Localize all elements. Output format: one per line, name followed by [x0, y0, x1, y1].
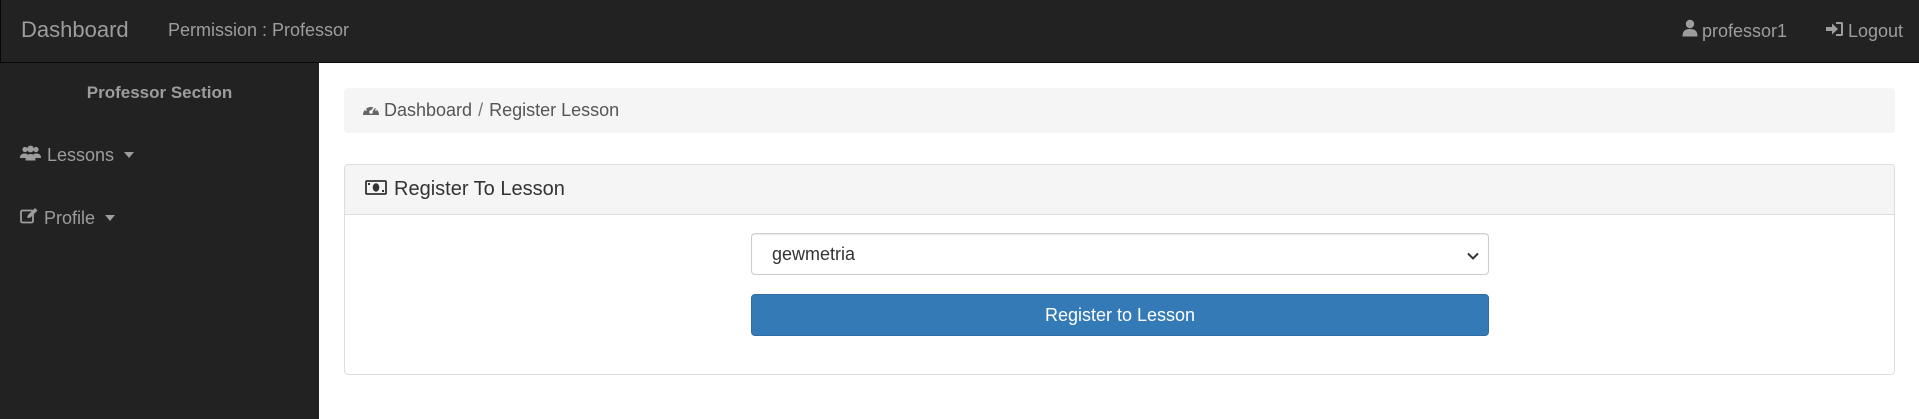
sidebar-title: Professor Section	[86, 83, 233, 102]
edit-icon	[20, 203, 38, 233]
chevron-down-icon	[1466, 247, 1480, 268]
logout-label: Logout	[1848, 21, 1904, 41]
logout-link[interactable]: Logout	[1826, 0, 1903, 62]
user-icon	[1682, 1, 1702, 61]
sidebar: Professor Section Lessons Profile	[0, 63, 319, 419]
panel-heading: Register To Lesson	[345, 165, 1894, 215]
lesson-select-value: gewmetria	[772, 243, 856, 264]
lesson-select[interactable]: gewmetria	[751, 233, 1489, 275]
register-lesson-panel: Register To Lesson Lesson gewmetria Regi…	[344, 164, 1895, 375]
sidebar-item-profile[interactable]: Profile	[20, 203, 116, 233]
money-icon	[365, 178, 387, 201]
top-navbar: Dashboard Permission : Professor profess…	[0, 0, 1919, 63]
sidebar-item-lessons[interactable]: Lessons	[20, 140, 135, 170]
breadcrumb-dashboard-link[interactable]: Dashboard	[384, 100, 472, 121]
breadcrumb: Dashboard / Register Lesson	[344, 88, 1895, 133]
user-menu[interactable]: professor1	[1682, 0, 1787, 62]
sidebar-item-label: Profile	[44, 208, 96, 228]
permission-text: Permission : Professor	[168, 20, 350, 40]
breadcrumb-current: Register Lesson	[489, 100, 620, 120]
caret-down-icon	[124, 152, 135, 158]
caret-down-icon	[105, 215, 116, 221]
dashboard-icon	[362, 100, 380, 121]
breadcrumb-separator: /	[478, 100, 484, 120]
logout-icon	[1826, 1, 1848, 61]
register-to-lesson-button[interactable]: Register to Lesson	[751, 294, 1489, 336]
sidebar-item-label: Lessons	[47, 145, 115, 165]
users-icon	[20, 140, 41, 170]
panel-title: Register To Lesson	[394, 178, 565, 200]
brand-link[interactable]: Dashboard	[21, 0, 129, 62]
username-label: professor1	[1702, 21, 1788, 41]
